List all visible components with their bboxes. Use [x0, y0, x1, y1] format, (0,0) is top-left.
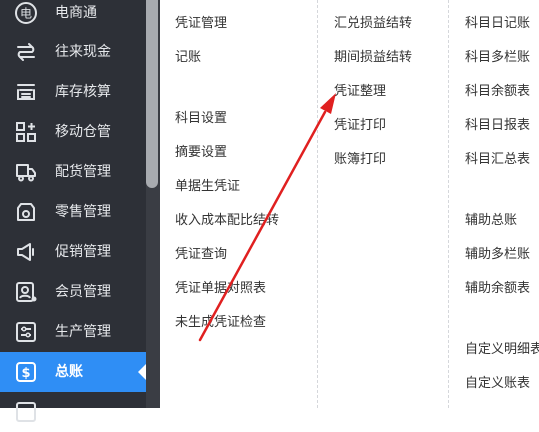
sidebar-item-label: 往来现金	[55, 44, 111, 60]
menu-account-summary[interactable]: 科目汇总表	[465, 150, 530, 170]
svg-text:$: $	[21, 366, 30, 381]
sidebar-item-label: 促销管理	[55, 244, 111, 260]
retail-icon	[14, 200, 38, 224]
sidebar-item-label: 生产管理	[55, 324, 111, 340]
active-item-indicator	[138, 364, 146, 380]
menu-account-daily-report[interactable]: 科目日报表	[465, 116, 530, 136]
sidebar-item-promotion[interactable]: 促销管理	[0, 232, 146, 272]
menu-auxiliary-general-ledger[interactable]: 辅助总账	[465, 211, 517, 231]
column-divider	[317, 0, 318, 408]
inventory-icon	[14, 80, 38, 104]
sidebar-scrollbar-thumb[interactable]	[146, 0, 158, 188]
sidebar-item-mobile-warehouse[interactable]: 移动仓管	[0, 112, 146, 152]
menu-voucher-document-table[interactable]: 凭证单据对照表	[175, 279, 266, 299]
menu-voucher-query[interactable]: 凭证查询	[175, 245, 227, 265]
transfer-icon	[14, 40, 38, 64]
sidebar-item-label: 库存核算	[55, 84, 111, 100]
column-divider	[448, 0, 449, 408]
svg-text:电: 电	[20, 7, 32, 21]
sidebar-item-retail[interactable]: 零售管理	[0, 192, 146, 232]
menu-document-to-voucher[interactable]: 单据生凭证	[175, 177, 240, 197]
document-icon	[14, 400, 38, 424]
sidebar-item-delivery[interactable]: 配货管理	[0, 152, 146, 192]
sidebar-item-cash[interactable]: 往来现金	[0, 32, 146, 72]
menu-voucher-management[interactable]: 凭证管理	[175, 14, 227, 34]
delivery-truck-icon	[14, 160, 38, 184]
menu-account-journal[interactable]: 科目日记账	[465, 14, 530, 34]
menu-account-multicolumn[interactable]: 科目多栏账	[465, 48, 530, 68]
megaphone-icon	[14, 240, 38, 264]
menu-bookkeeping[interactable]: 记账	[175, 48, 201, 68]
menu-summary-settings[interactable]: 摘要设置	[175, 143, 227, 163]
sidebar-item-label: 会员管理	[55, 284, 111, 300]
sidebar-item-general-ledger[interactable]: $ 总账	[0, 352, 146, 392]
sidebar-item-next[interactable]	[0, 392, 146, 432]
ecommerce-icon: 电	[14, 1, 38, 25]
menu-period-profit-loss-transfer[interactable]: 期间损益结转	[334, 48, 412, 68]
sidebar-item-label: 零售管理	[55, 204, 111, 220]
sidebar-item-production[interactable]: 生产管理	[0, 312, 146, 352]
menu-voucher-organize[interactable]: 凭证整理	[334, 82, 386, 102]
menu-revenue-cost-matching[interactable]: 收入成本配比结转	[175, 211, 279, 231]
menu-account-settings[interactable]: 科目设置	[175, 109, 227, 129]
menu-auxiliary-multicolumn[interactable]: 辅助多栏账	[465, 245, 530, 265]
menu-auxiliary-balance[interactable]: 辅助余额表	[465, 279, 530, 299]
menu-custom-detail-table[interactable]: 自定义明细表	[465, 340, 539, 360]
menu-ungenerated-voucher-check[interactable]: 未生成凭证检查	[175, 313, 266, 333]
sidebar-item-label: 电商通	[55, 5, 97, 21]
sidebar-item-label: 配货管理	[55, 164, 111, 180]
ledger-icon: $	[14, 360, 38, 384]
sidebar-item-member[interactable]: 会员管理	[0, 272, 146, 312]
sidebar-item-label: 总账	[55, 364, 83, 380]
mobile-warehouse-icon	[14, 120, 38, 144]
menu-exchange-gain-loss-transfer[interactable]: 汇兑损益结转	[334, 14, 412, 34]
sidebar-item-ecommerce[interactable]: 电 电商通	[0, 0, 146, 33]
menu-account-balance[interactable]: 科目余额表	[465, 82, 530, 102]
menu-custom-ledger-table[interactable]: 自定义账表	[465, 374, 530, 394]
member-icon	[14, 280, 38, 304]
sidebar-item-inventory[interactable]: 库存核算	[0, 72, 146, 112]
sidebar-item-label: 移动仓管	[55, 124, 111, 140]
production-icon	[14, 320, 38, 344]
sidebar-nav: 电 电商通 往来现金 库存核算 移动仓管 配货管理 零售管理 促销管理 会员管理…	[0, 0, 146, 422]
menu-voucher-print[interactable]: 凭证打印	[334, 116, 386, 136]
menu-ledger-print[interactable]: 账簿打印	[334, 150, 386, 170]
